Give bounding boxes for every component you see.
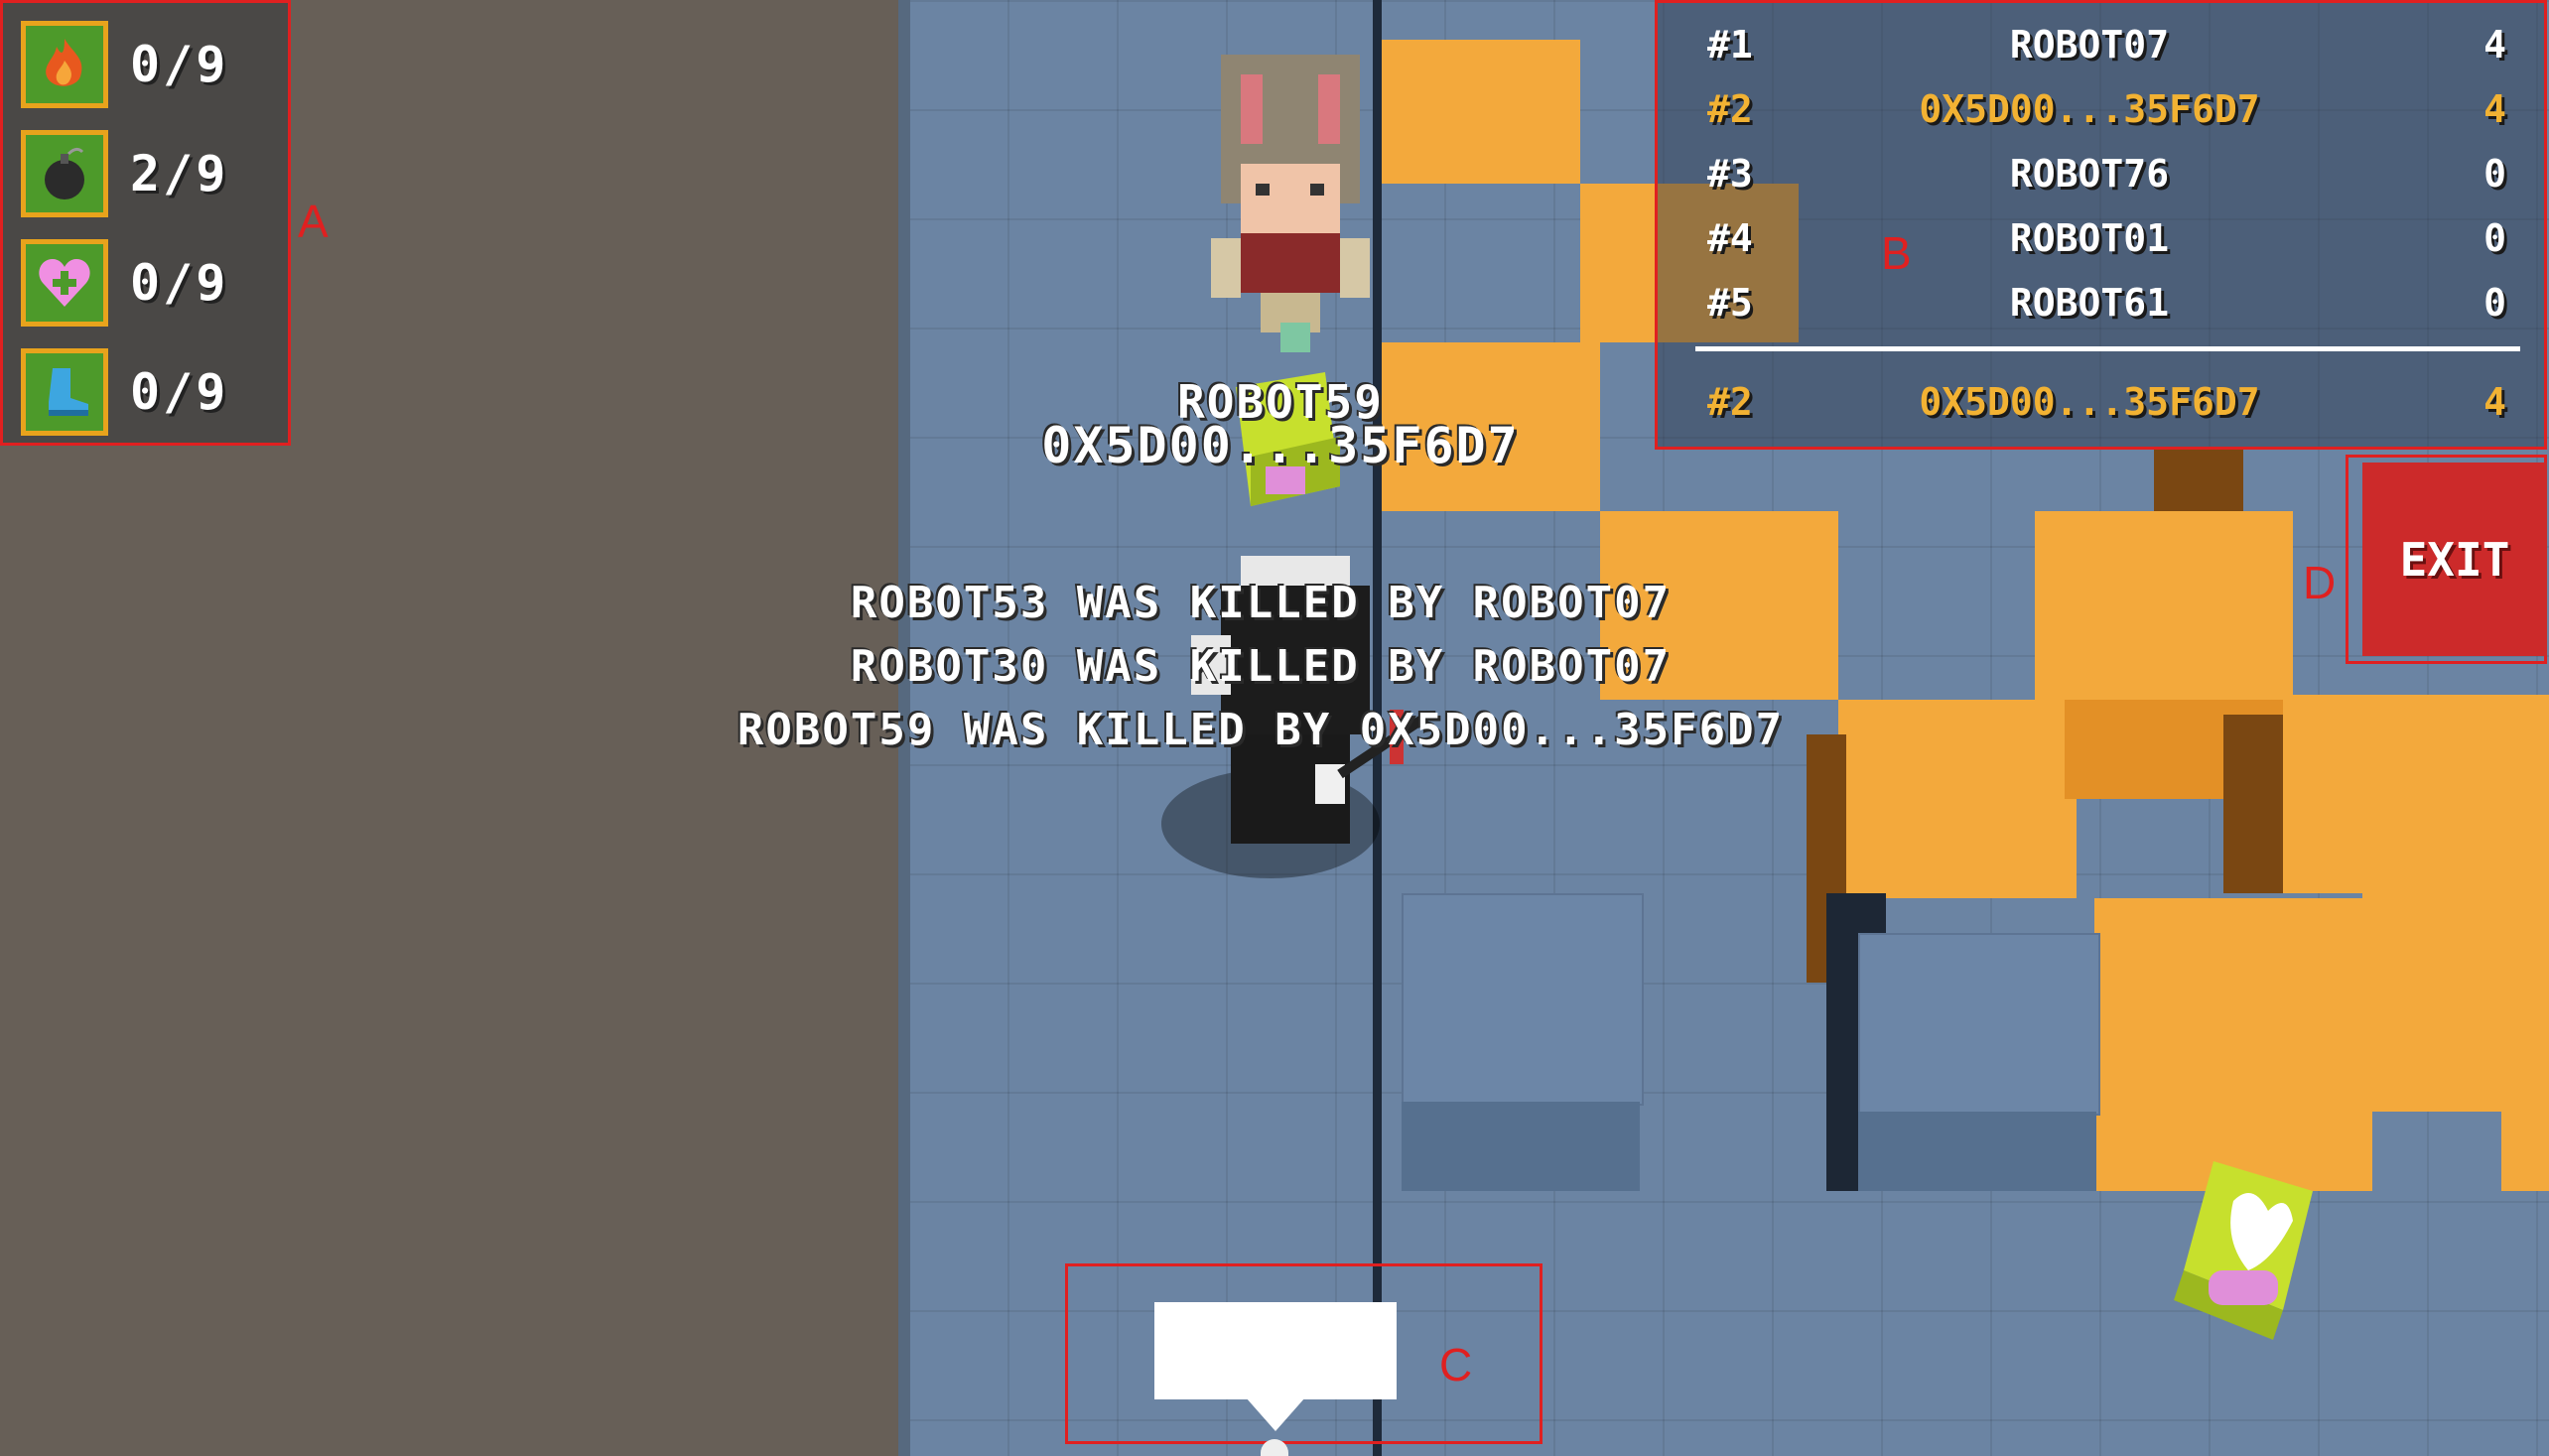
health-crate bbox=[2174, 1161, 2313, 1340]
score: 0 bbox=[2483, 281, 2506, 325]
stone-block bbox=[1402, 893, 1644, 1106]
powerup-panel: 0/9 2/9 0/9 0/9 bbox=[0, 0, 291, 446]
rank: #4 bbox=[1707, 216, 1753, 260]
powerup-bomb: 2/9 bbox=[21, 128, 279, 219]
player-name-tag: 0X5D00...35F6D7 bbox=[1041, 417, 1520, 474]
player-name: 0X5D00...35F6D7 bbox=[1919, 380, 2260, 424]
player-name: 0X5D00...35F6D7 bbox=[1919, 87, 2260, 131]
player-name: ROBOT61 bbox=[2009, 281, 2170, 325]
leaderboard-row: #4 ROBOT01 0 bbox=[1658, 208, 2544, 268]
score: 0 bbox=[2483, 216, 2506, 260]
powerup-fire: 0/9 bbox=[21, 19, 279, 110]
stone-block-side bbox=[1402, 1102, 1640, 1191]
leaderboard-self-summary: #2 0X5D00...35F6D7 4 bbox=[1658, 372, 2544, 432]
floor-tile bbox=[2362, 893, 2549, 1112]
chat-bubble-tail bbox=[1246, 1397, 1305, 1431]
chat-bubble-button[interactable] bbox=[1154, 1302, 1397, 1399]
heart-icon bbox=[21, 239, 108, 327]
floor-tile bbox=[2035, 511, 2293, 700]
annotation-d: D bbox=[2303, 557, 2337, 608]
bomb-icon bbox=[21, 130, 108, 217]
powerup-boot: 0/9 bbox=[21, 346, 279, 438]
annotation-a: A bbox=[298, 196, 329, 247]
kill-feed-line: ROBOT53 WAS KILLED BY ROBOT07 bbox=[850, 578, 1672, 628]
leaderboard-row-self: #2 0X5D00...35F6D7 4 bbox=[1658, 79, 2544, 139]
powerup-heart: 0/9 bbox=[21, 237, 279, 329]
boot-icon bbox=[21, 348, 108, 436]
leaderboard-row: #5 ROBOT61 0 bbox=[1658, 273, 2544, 332]
exit-button[interactable]: EXIT bbox=[2362, 463, 2547, 656]
rank: #2 bbox=[1707, 87, 1753, 131]
floor-tile bbox=[1382, 40, 1580, 184]
rank: #3 bbox=[1707, 152, 1753, 196]
player-name: ROBOT07 bbox=[2009, 23, 2170, 66]
kill-feed: ROBOT53 WAS KILLED BY ROBOT07 ROBOT30 WA… bbox=[556, 578, 1965, 768]
wall-face bbox=[2154, 447, 2243, 511]
rank: #2 bbox=[1707, 380, 1753, 424]
score: 4 bbox=[2483, 87, 2506, 131]
player-name: ROBOT76 bbox=[2009, 152, 2170, 196]
bomb-count: 2/9 bbox=[130, 145, 229, 202]
annotation-b: B bbox=[1881, 227, 1912, 279]
score: 0 bbox=[2483, 152, 2506, 196]
leaderboard-divider bbox=[1695, 346, 2520, 351]
fire-icon bbox=[21, 21, 108, 108]
score: 4 bbox=[2483, 23, 2506, 66]
floor-tile bbox=[2094, 898, 2362, 1112]
leaderboard-row: #1 ROBOT07 4 bbox=[1658, 15, 2544, 74]
boot-count: 0/9 bbox=[130, 363, 229, 421]
fire-count: 0/9 bbox=[130, 36, 229, 93]
leaderboard: #1 ROBOT07 4 #2 0X5D00...35F6D7 4 #3 ROB… bbox=[1655, 0, 2547, 450]
kill-feed-line: ROBOT59 WAS KILLED BY 0X5D00...35F6D7 bbox=[737, 705, 1785, 755]
score: 4 bbox=[2483, 380, 2506, 424]
heart-count: 0/9 bbox=[130, 254, 229, 312]
rank: #1 bbox=[1707, 23, 1753, 66]
wall-face bbox=[2223, 715, 2283, 893]
rank: #5 bbox=[1707, 281, 1753, 325]
annotation-c: C bbox=[1439, 1339, 1473, 1390]
floor-tile bbox=[2283, 695, 2549, 893]
stone-block-side bbox=[1858, 1112, 2096, 1191]
stone-block bbox=[1858, 933, 2100, 1116]
floor-tile bbox=[2501, 1112, 2549, 1191]
kill-feed-line: ROBOT30 WAS KILLED BY ROBOT07 bbox=[850, 641, 1672, 692]
player-character bbox=[1211, 55, 1370, 352]
leaderboard-row: #3 ROBOT76 0 bbox=[1658, 144, 2544, 203]
